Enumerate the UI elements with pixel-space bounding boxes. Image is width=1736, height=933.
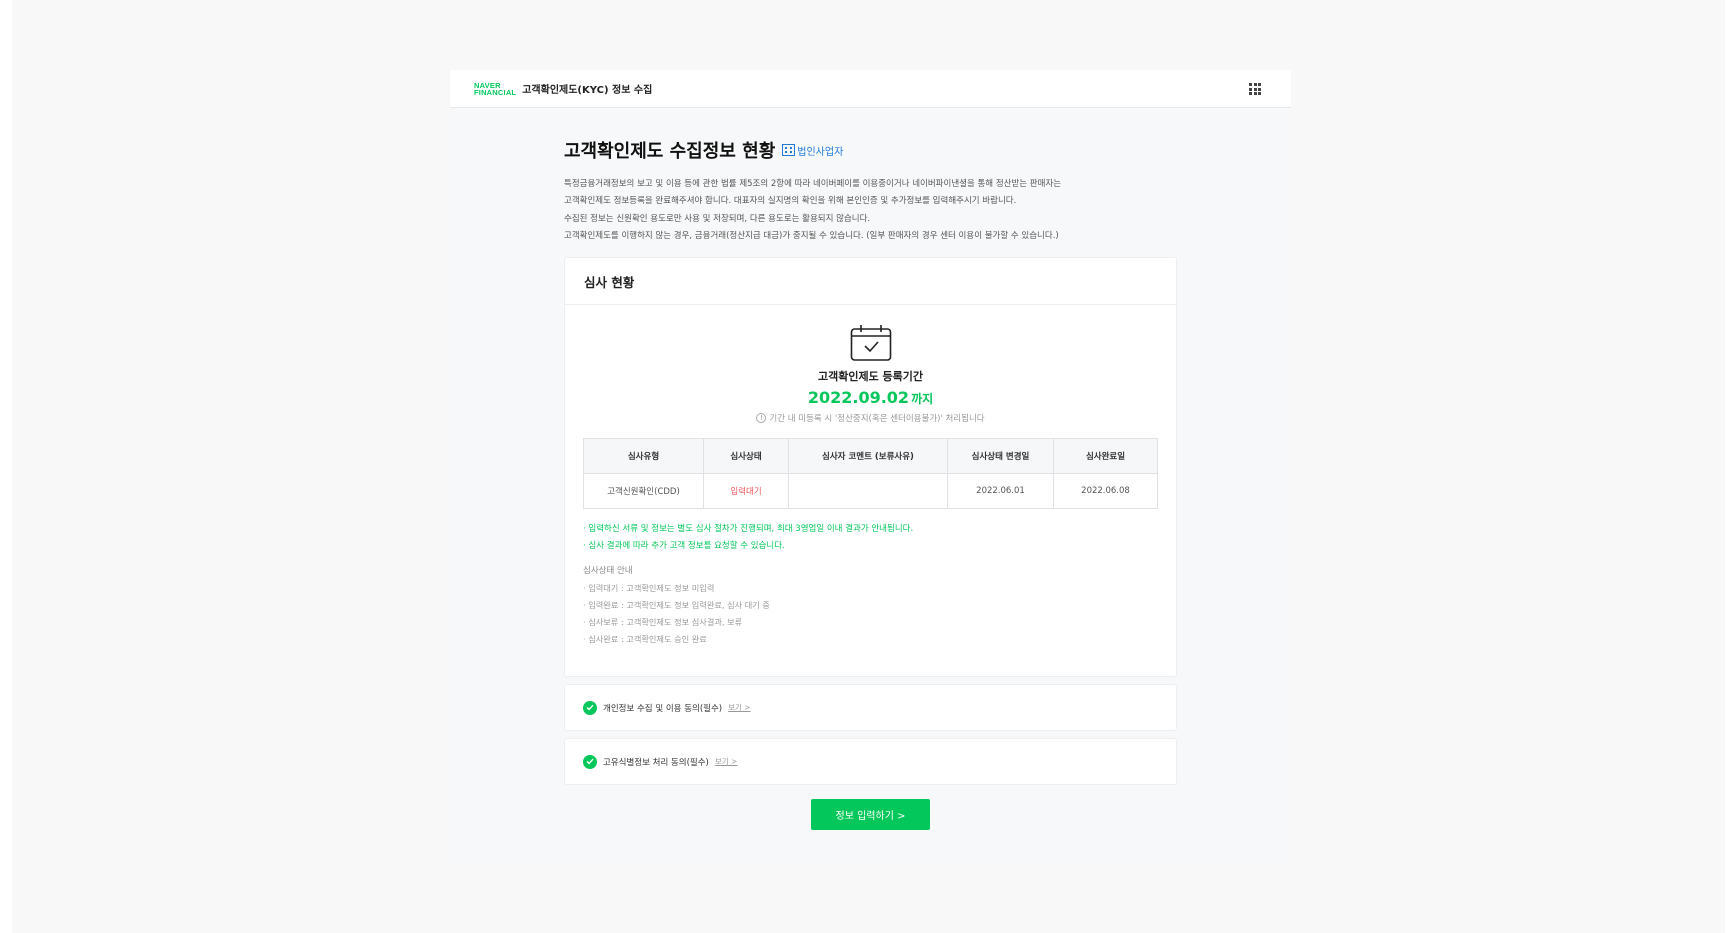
period-date: 2022.09.02 까지 [565, 388, 1176, 407]
guide-title: 심사상태 안내 [583, 566, 633, 577]
top-header: NAVER FINANCIAL 고객확인제도(KYC) 정보 수집 [450, 70, 1291, 108]
grid-menu-icon[interactable] [1249, 83, 1261, 95]
desc-line: 특정금융거래정보의 보고 및 이용 등에 관한 법률 제5조의 2항에 따라 네… [564, 179, 1062, 189]
period-note-text: 기간 내 미등록 시 '정산중지(혹은 센터이용불가)' 처리됩니다 [769, 414, 985, 425]
column-header: 심사유형 [583, 438, 704, 475]
main-content: 고객확인제도 수집정보 현황 법인사업자 특정금융거래정보의 보고 및 이용 등… [564, 138, 1177, 831]
review-type-cell: 고객신원확인(CDD) [583, 473, 704, 510]
column-header: 심사완료일 [1053, 438, 1158, 475]
column-header: 심사상태 변경일 [947, 438, 1054, 475]
enter-info-button[interactable]: 정보 입력하기 > [811, 799, 930, 831]
desc-line: 수집된 정보는 신원확인 용도로만 사용 및 저장되며, 다른 용도로는 활용되… [564, 213, 871, 224]
completed-cell: 2022.06.08 [1053, 473, 1158, 510]
corp-badge[interactable]: 법인사업자 [782, 143, 843, 158]
guide-item: · 입력대기 : 고객확인제도 정보 미입력 [583, 583, 715, 594]
info-icon: ! [756, 413, 767, 424]
building-icon [782, 144, 796, 156]
agreement-label: 개인정보 수집 및 이용 동의(필수) [603, 703, 723, 714]
guide-item: · 심사완료 : 고객확인제도 승인 완료 [583, 634, 707, 645]
check-circle-icon[interactable] [583, 700, 597, 715]
corp-badge-label: 법인사업자 [797, 146, 844, 158]
desc-line: 고객확인제도 정보등록을 완료해주셔야 합니다. 대표자의 실지명의 확인을 위… [564, 196, 1017, 207]
agreement-label: 고유식별정보 처리 동의(필수) [603, 757, 709, 768]
naver-financial-logo[interactable]: NAVER FINANCIAL [474, 81, 517, 97]
review-status-cell: 입력대기 [703, 473, 789, 510]
table-row: 고객신원확인(CDD) 입력대기 2022.06.01 2022.06.08 [583, 473, 1158, 510]
view-link[interactable]: 보기 > [715, 756, 737, 767]
column-header: 심사상태 [703, 438, 789, 475]
calendar-check-icon [850, 325, 891, 361]
section-title: 심사 현황 [565, 258, 1176, 306]
review-comment-cell [788, 473, 948, 510]
view-link[interactable]: 보기 > [728, 702, 750, 713]
period-note: ! 기간 내 미등록 시 '정산중지(혹은 센터이용불가)' 처리됩니다 [565, 412, 1176, 424]
status-changed-cell: 2022.06.01 [947, 473, 1054, 510]
title-row: 고객확인제도 수집정보 현황 법인사업자 [564, 138, 1177, 162]
column-header: 심사자 코멘트 (보류사유) [788, 438, 948, 475]
period-label: 고객확인제도 등록기간 [817, 370, 924, 384]
check-circle-icon[interactable] [583, 754, 597, 769]
review-notes: · 입력하신 서류 및 정보는 별도 심사 절차가 진행되며, 최대 3영업일 … [583, 521, 1158, 555]
desc-line: 고객확인제도를 이행하지 않는 경우, 금융거래(정산지급 대금)가 중지될 수… [564, 230, 1059, 241]
agreement-unique-id[interactable]: 고유식별정보 처리 동의(필수) 보기 > [564, 738, 1177, 786]
page-title: 고객확인제도 수집정보 현황 [564, 141, 776, 162]
note-line: · 심사 결과에 따라 추가 고객 정보를 요청할 수 있습니다. [583, 541, 785, 552]
period-date-suffix: 까지 [911, 392, 934, 407]
note-line: · 입력하신 서류 및 정보는 별도 심사 절차가 진행되며, 최대 3영업일 … [583, 524, 914, 535]
guide-list: · 입력대기 : 고객확인제도 정보 미입력 · 입력완료 : 고객확인제도 정… [583, 580, 1158, 648]
guide-item: · 입력완료 : 고객확인제도 정보 입력완료, 심사 대기 중 [583, 600, 770, 611]
agreement-privacy[interactable]: 개인정보 수집 및 이용 동의(필수) 보기 > [564, 684, 1177, 732]
review-table: 심사유형 심사상태 심사자 코멘트 (보류사유) 심사상태 변경일 심사완료일 … [583, 438, 1158, 510]
header-title: 고객확인제도(KYC) 정보 수집 [522, 85, 653, 96]
review-status-card: 심사 현황 고객확인제도 등록기간 2022.09.02 까지 ! 기간 내 미등… [564, 257, 1177, 678]
page-description: 특정금융거래정보의 보고 및 이용 등에 관한 법률 제5조의 2항에 따라 네… [564, 176, 1177, 245]
logo-line2: FINANCIAL [474, 87, 517, 97]
table-header-row: 심사유형 심사상태 심사자 코멘트 (보류사유) 심사상태 변경일 심사완료일 [583, 438, 1158, 475]
guide-item: · 심사보류 : 고객확인제도 정보 심사결과, 보류 [583, 617, 743, 628]
kyc-app: NAVER FINANCIAL 고객확인제도(KYC) 정보 수집 고객확인제도… [450, 70, 1291, 862]
period-date-value: 2022.09.02 [807, 388, 910, 408]
